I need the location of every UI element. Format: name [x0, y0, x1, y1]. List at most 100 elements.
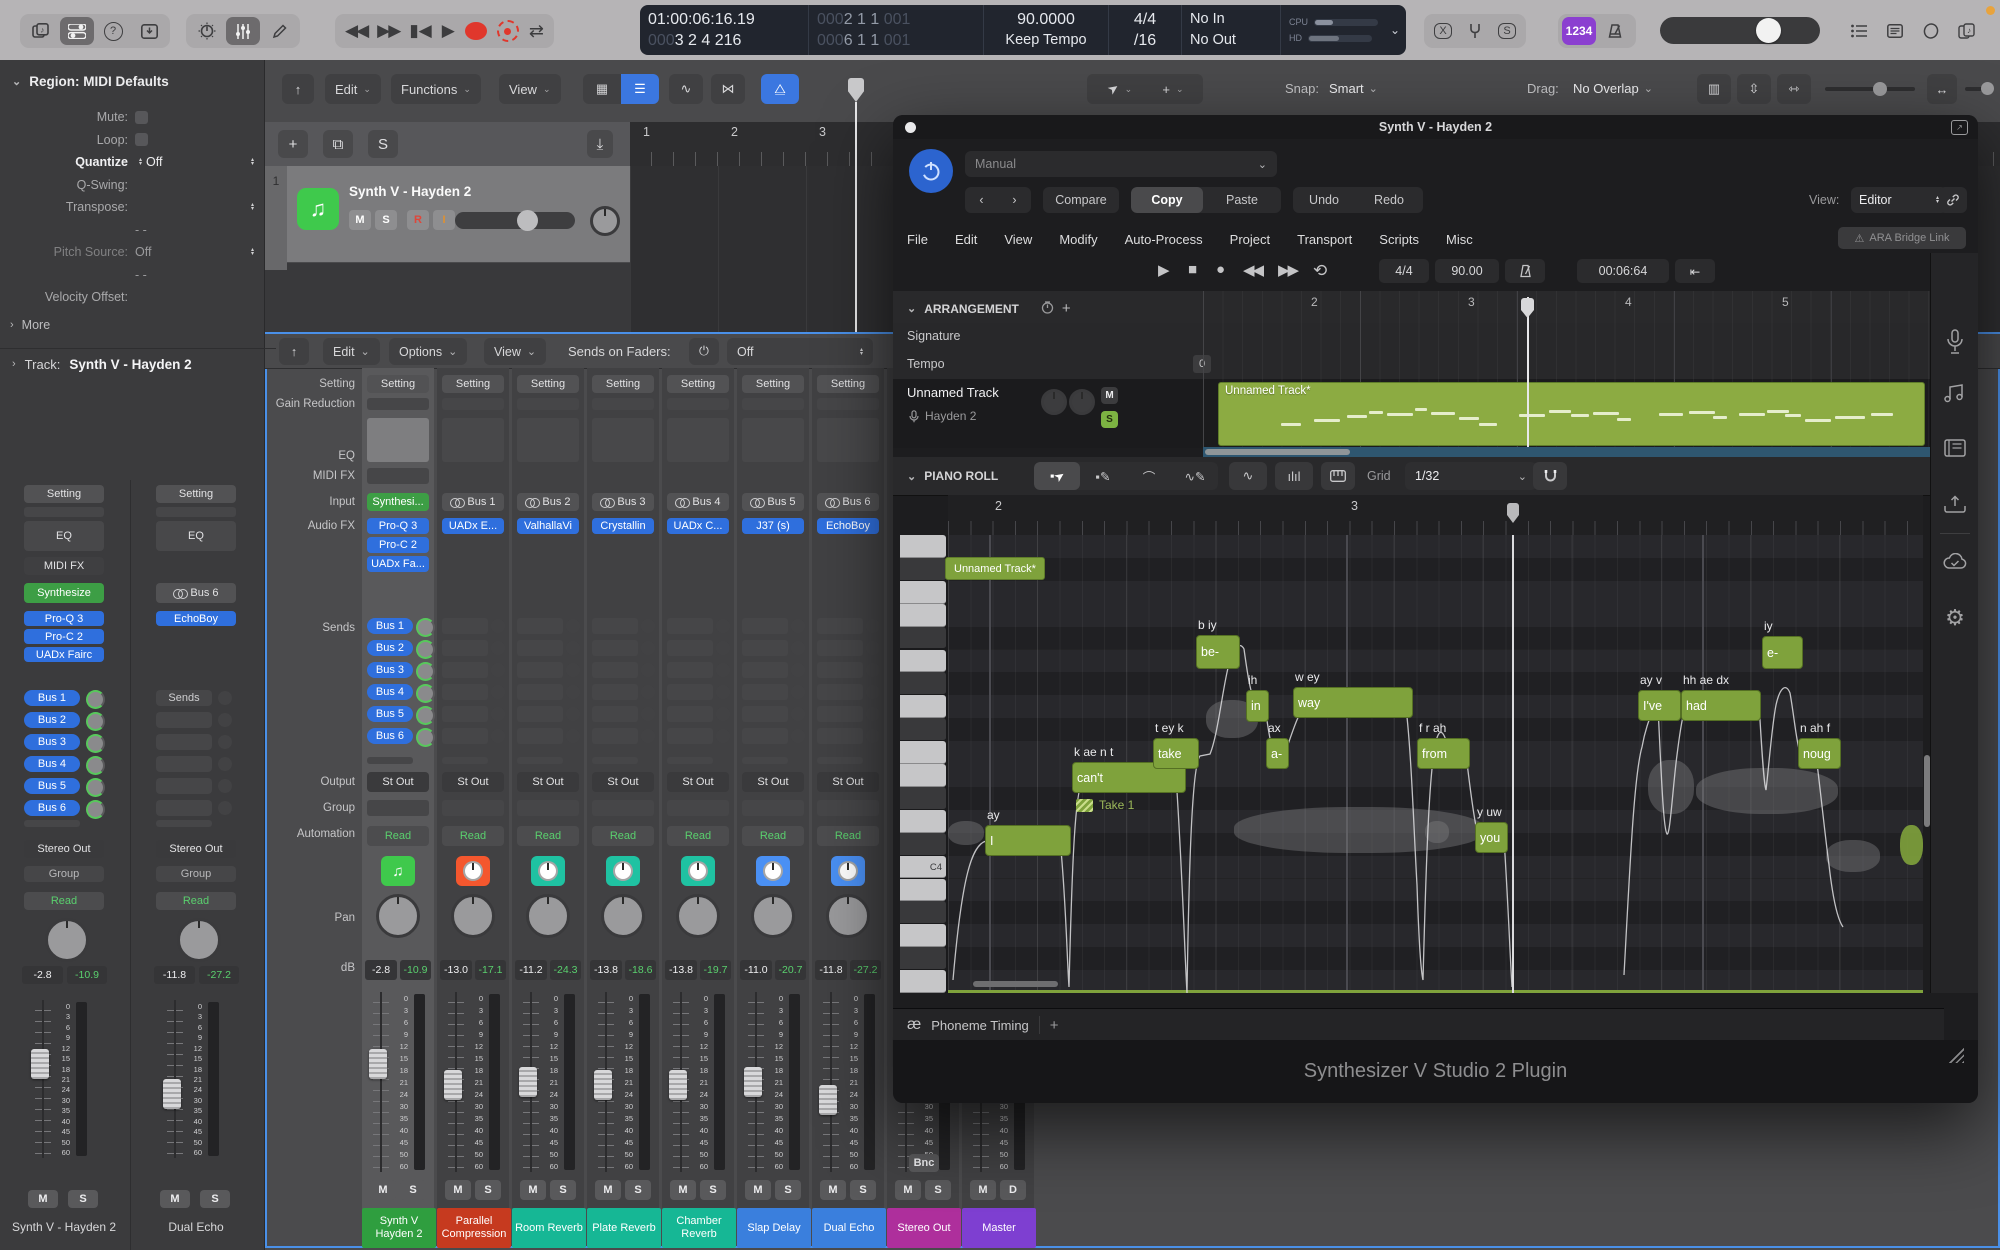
- channel-type-icon[interactable]: [531, 856, 565, 886]
- send-slot[interactable]: [442, 706, 488, 722]
- send-slot[interactable]: [517, 706, 563, 722]
- take-chip[interactable]: Take 1: [1076, 798, 1134, 812]
- send-knob[interactable]: [866, 729, 880, 743]
- plugin-forward-icon[interactable]: ▶▶: [1278, 261, 1297, 279]
- send-slot[interactable]: [442, 640, 488, 656]
- lyric-note[interactable]: noug: [1798, 738, 1841, 769]
- eq-thumbnail[interactable]: [667, 418, 729, 462]
- stepper-icon[interactable]: ▴▾: [139, 158, 142, 166]
- peak-db[interactable]: -20.7: [775, 960, 806, 980]
- tracks-view-menu[interactable]: View⌄: [499, 74, 561, 104]
- parameter-value[interactable]: - -: [135, 268, 147, 282]
- automation-mode-button[interactable]: Read: [442, 826, 504, 846]
- arrangement-ruler[interactable]: 2345: [1203, 291, 1930, 323]
- draw-curve-tool-icon[interactable]: ∿✎: [1172, 462, 1218, 490]
- plugin-time-signature[interactable]: 4/4: [1379, 259, 1429, 283]
- automation-mode-button[interactable]: Read: [817, 826, 879, 846]
- audio-fx-slot[interactable]: EchoBoy: [817, 518, 879, 534]
- send-knob[interactable]: [866, 619, 880, 633]
- send-slot[interactable]: Bus 6: [24, 800, 80, 816]
- channel-solo-button[interactable]: S: [475, 1180, 501, 1200]
- send-slot[interactable]: [517, 640, 563, 656]
- channel-solo-button[interactable]: S: [68, 1190, 98, 1208]
- channel-name[interactable]: Parallel Compression: [437, 1208, 511, 1248]
- lyric-note[interactable]: I: [985, 825, 1071, 856]
- channel-mute-button[interactable]: M: [520, 1180, 546, 1200]
- metronome-icon[interactable]: [1598, 17, 1632, 45]
- send-knob[interactable]: [86, 712, 105, 731]
- region-more-disclosure[interactable]: › More: [10, 318, 50, 332]
- channel-fader[interactable]: 03691215182124303540455060: [595, 992, 653, 1172]
- channel-name[interactable]: Synth V Hayden 2: [362, 1208, 436, 1248]
- plugin-menu-autoprocess[interactable]: Auto-Process: [1125, 232, 1203, 247]
- send-knob[interactable]: [641, 663, 655, 677]
- parameter-value[interactable]: Off: [135, 245, 151, 259]
- channel-setting-button[interactable]: Setting: [367, 375, 429, 393]
- channel-type-icon[interactable]: [456, 856, 490, 886]
- send-knob[interactable]: [866, 641, 880, 655]
- send-slot[interactable]: [817, 728, 863, 744]
- send-slot[interactable]: [592, 728, 638, 744]
- lyric-note[interactable]: I've: [1638, 690, 1681, 721]
- send-knob[interactable]: [866, 707, 880, 721]
- black-key[interactable]: [900, 718, 946, 741]
- peak-db[interactable]: -19.7: [700, 960, 731, 980]
- send-knob[interactable]: [416, 728, 435, 747]
- pan-knob[interactable]: [45, 918, 89, 962]
- group-slot[interactable]: [817, 800, 879, 816]
- tuner-dial-icon[interactable]: [190, 17, 224, 45]
- lyric-note[interactable]: had: [1681, 690, 1761, 721]
- send-knob[interactable]: [416, 706, 435, 725]
- send-knob[interactable]: [416, 662, 435, 681]
- prev-preset-icon[interactable]: ‹: [965, 187, 998, 213]
- channel-name[interactable]: Room Reverb: [512, 1208, 586, 1248]
- arrangement-region[interactable]: Unnamed Track*: [1218, 382, 1925, 446]
- send-slot[interactable]: Bus 5: [24, 778, 80, 794]
- audio-fx-slot[interactable]: Crystallin: [592, 518, 654, 534]
- channel-fader[interactable]: 03691215182124303540455060: [820, 992, 878, 1172]
- channel-solo-button[interactable]: S: [550, 1180, 576, 1200]
- send-slot[interactable]: [156, 778, 212, 794]
- redo-button[interactable]: Redo: [1355, 187, 1423, 213]
- automation-mode-button[interactable]: Read: [667, 826, 729, 846]
- pitch-curve-tool-icon[interactable]: ⌒: [1126, 462, 1172, 490]
- parameter-checkbox[interactable]: [135, 133, 148, 146]
- send-knob[interactable]: [716, 685, 730, 699]
- channel-output-slot[interactable]: St Out: [442, 772, 504, 792]
- channel-output-slot[interactable]: Stereo Out: [24, 840, 104, 858]
- link-icon[interactable]: [1939, 187, 1967, 213]
- white-key[interactable]: [900, 764, 946, 787]
- send-slot[interactable]: [156, 734, 212, 750]
- channel-mute-button[interactable]: M: [820, 1180, 846, 1200]
- fader-thumb[interactable]: [669, 1070, 687, 1100]
- pencil-icon[interactable]: [262, 17, 296, 45]
- eq-thumbnail[interactable]: EQ: [156, 521, 236, 551]
- channel-input-slot[interactable]: Bus 1: [442, 493, 504, 511]
- lcd-signature[interactable]: 4/4 /16: [1109, 5, 1182, 55]
- white-key[interactable]: [900, 581, 946, 604]
- channel-type-icon[interactable]: [756, 856, 790, 886]
- lcd-display[interactable]: 01:00:06:16.19 0003 2 4 216 0002 1 1 001…: [640, 5, 1406, 55]
- white-key[interactable]: [900, 695, 946, 718]
- send-knob[interactable]: [641, 707, 655, 721]
- tracks-edit-menu[interactable]: Edit⌄: [325, 74, 381, 104]
- white-key[interactable]: [900, 604, 946, 627]
- channel-setting-button[interactable]: Setting: [442, 375, 504, 393]
- lyric-note[interactable]: a-: [1266, 738, 1289, 769]
- pan-knob[interactable]: [601, 894, 645, 938]
- send-slot[interactable]: Bus 1: [367, 618, 413, 634]
- send-slot[interactable]: [742, 618, 788, 634]
- send-slot[interactable]: [667, 618, 713, 634]
- send-knob[interactable]: [791, 619, 805, 633]
- plugin-record-icon[interactable]: ●: [1216, 261, 1225, 278]
- piano-keyboard[interactable]: C4: [900, 535, 948, 993]
- fader-thumb[interactable]: [744, 1067, 762, 1097]
- bounce-button[interactable]: Bnc: [909, 1154, 939, 1172]
- peak-db[interactable]: -27.2: [850, 960, 881, 980]
- channel-setting-button[interactable]: Setting: [517, 375, 579, 393]
- white-key[interactable]: [900, 924, 946, 947]
- plugin-loop-icon[interactable]: ⟲: [1313, 261, 1327, 281]
- arr-add-icon[interactable]: +: [1062, 300, 1071, 317]
- plugin-play-icon[interactable]: ▶: [1158, 261, 1170, 279]
- channel-name[interactable]: Chamber Reverb: [662, 1208, 736, 1248]
